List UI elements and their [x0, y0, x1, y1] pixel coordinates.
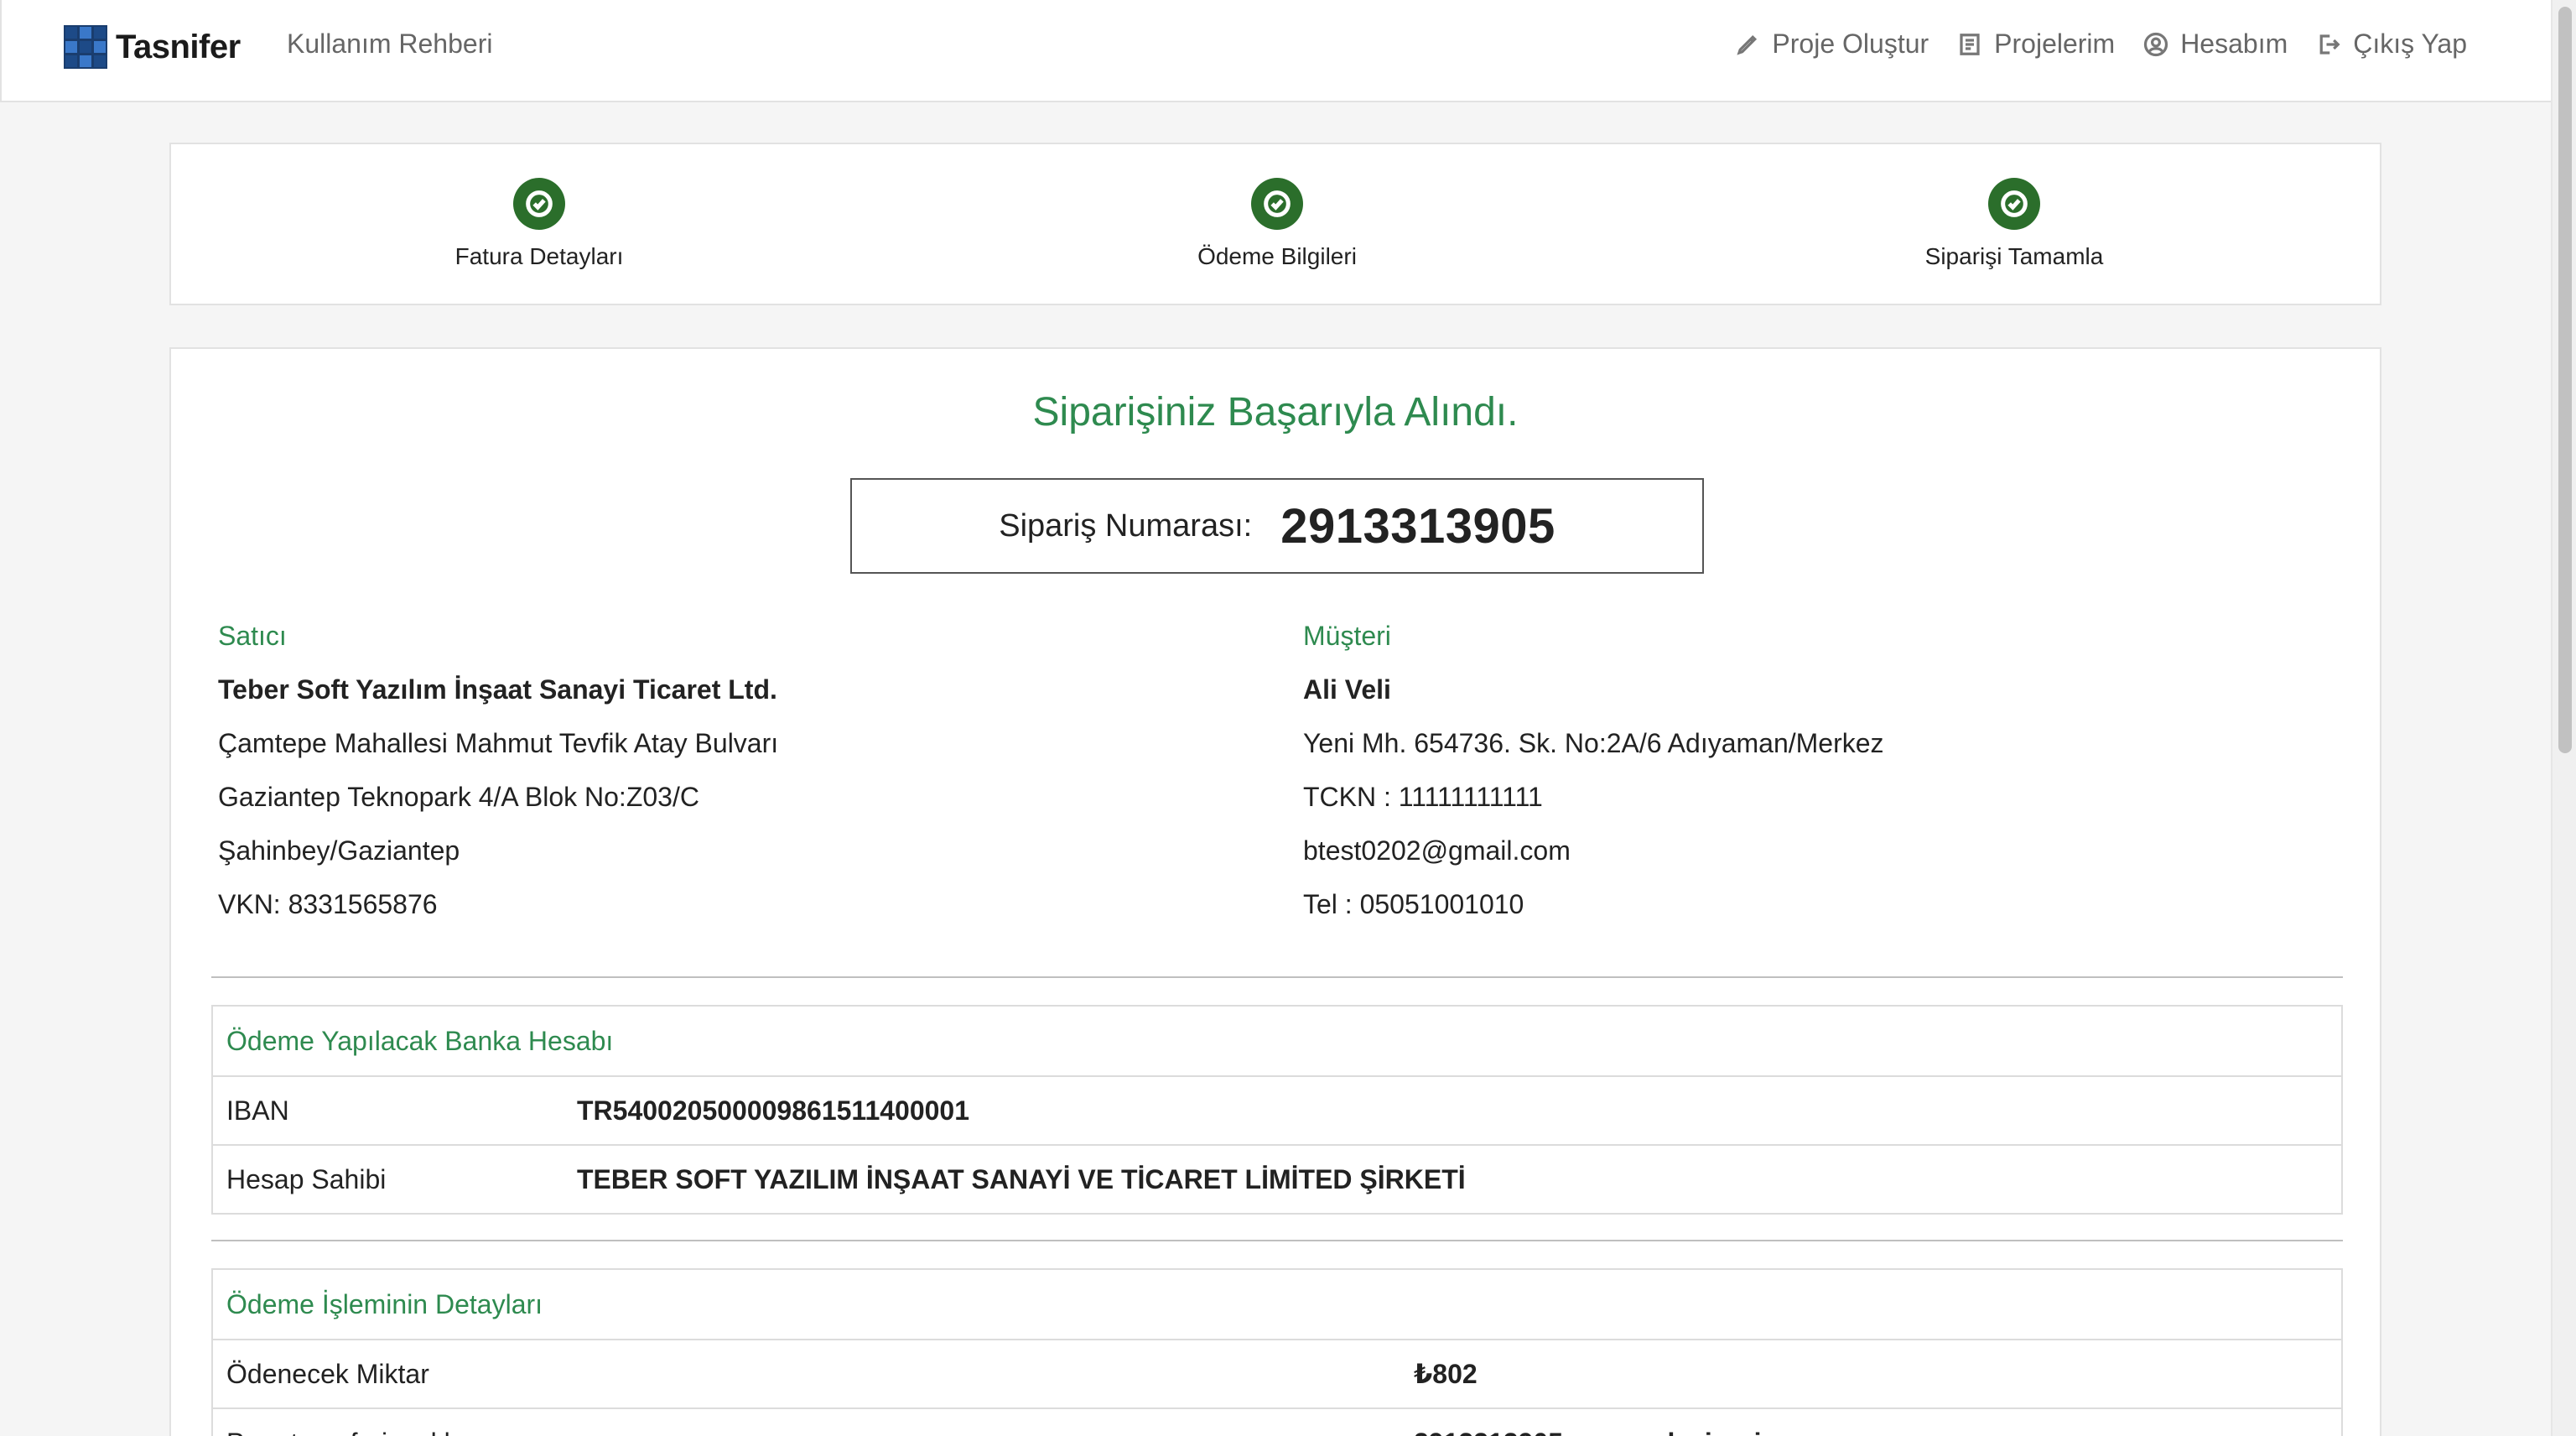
customer-name: Ali Veli [1303, 674, 1391, 705]
step-check-icon [1251, 178, 1303, 230]
logout-icon [2319, 34, 2340, 55]
document-icon [1960, 33, 1980, 55]
order-confirmation-card: Siparişiniz Başarıyla Alındı. Sipariş Nu… [169, 347, 2381, 1436]
transfer-description-label: Para transferi açıklaması: [213, 1428, 1414, 1436]
step-billing-details: Fatura Detayları [371, 178, 707, 270]
account-holder-label: Hesap Sahibi [226, 1163, 387, 1194]
page-scrollbar[interactable] [2551, 0, 2576, 1436]
nav-link-guide[interactable]: Kullanım Rehberi [287, 29, 492, 60]
nav-my-projects-label: Projelerim [1994, 29, 2116, 59]
seller-address-line2: Gaziantep Teknopark 4/A Blok No:Z03/C [218, 782, 699, 812]
step-label: Fatura Detayları [454, 243, 624, 269]
step-payment-info: Ödeme Bilgileri [1109, 178, 1445, 270]
customer-email: btest0202@gmail.com [1303, 835, 1571, 866]
nav-account-label: Hesabım [2180, 29, 2288, 59]
customer-info: Müşteri Ali Veli Yeni Mh. 654736. Sk. No… [1303, 609, 1884, 931]
order-number-box: Sipariş Numarası: 2913313905 [850, 478, 1704, 574]
step-check-icon [513, 178, 565, 230]
iban-label: IBAN [226, 1095, 289, 1126]
payment-heading-row: Ödeme İşleminin Detayları [213, 1270, 2341, 1339]
iban-value: TR540020500009861511400001 [577, 1095, 970, 1126]
transfer-description-row: Para transferi açıklaması: 2913313905 nu… [213, 1407, 2341, 1436]
bank-heading-row: Ödeme Yapılacak Banka Hesabı [213, 1007, 2341, 1075]
customer-heading: Müşteri [1303, 621, 1391, 651]
success-message: Siparişiniz Başarıyla Alındı. [1032, 390, 1519, 434]
seller-heading: Satıcı [218, 621, 287, 651]
transfer-description-value: 2913313905 numaralı sipariş [1414, 1428, 1776, 1436]
nav-link-logout[interactable]: Çıkış Yap [2316, 29, 2467, 60]
nav-link-account[interactable]: Hesabım [2143, 29, 2288, 60]
step-label: Ödeme Bilgileri [1197, 243, 1357, 269]
amount-value: ₺802 [1414, 1359, 1478, 1389]
order-number-label: Sipariş Numarası: [999, 507, 1253, 544]
customer-phone: Tel : 05051001010 [1303, 889, 1524, 919]
section-divider [211, 976, 2343, 978]
scrollbar-thumb[interactable] [2558, 7, 2572, 753]
bank-heading: Ödeme Yapılacak Banka Hesabı [226, 1025, 614, 1056]
account-holder-value: TEBER SOFT YAZILIM İNŞAAT SANAYİ VE TİCA… [577, 1163, 1466, 1194]
user-circle-icon [2144, 32, 2168, 56]
nav-link-my-projects[interactable]: Projelerim [1957, 29, 2115, 60]
bank-account-table: Ödeme Yapılacak Banka Hesabı IBAN TR5400… [211, 1005, 2343, 1215]
payment-details-table: Ödeme İşleminin Detayları Ödenecek Mikta… [211, 1268, 2343, 1436]
account-holder-row: Hesap Sahibi TEBER SOFT YAZILIM İNŞAAT S… [213, 1144, 2341, 1213]
step-check-icon [1988, 178, 2040, 230]
nav-right-menu: Proje Oluştur Projelerim Hesabım Çıkış Y… [1706, 29, 2467, 60]
seller-address-line1: Çamtepe Mahallesi Mahmut Tevfik Atay Bul… [218, 728, 779, 758]
seller-info: Satıcı Teber Soft Yazılım İnşaat Sanayi … [218, 609, 778, 931]
brand-logo[interactable]: Tasnifer [64, 23, 241, 70]
seller-tax-number: VKN: 8331565876 [218, 889, 438, 919]
amount-row: Ödenecek Miktar ₺802 [213, 1339, 2341, 1407]
step-label: Siparişi Tamamla [1924, 243, 2104, 269]
brand-name: Tasnifer [116, 28, 241, 65]
section-divider [211, 1240, 2343, 1241]
order-number: 2913313905 [1280, 498, 1555, 554]
iban-row: IBAN TR540020500009861511400001 [213, 1075, 2341, 1144]
checkout-steps: Fatura Detayları Ödeme Bilgileri Sipariş… [169, 143, 2381, 305]
nav-logout-label: Çıkış Yap [2353, 29, 2467, 59]
top-navbar: Tasnifer Kullanım Rehberi Proje Oluştur … [0, 0, 2551, 102]
step-complete-order: Siparişi Tamamla [1846, 178, 2182, 270]
seller-city: Şahinbey/Gaziantep [218, 835, 460, 866]
pencil-icon [1737, 34, 1758, 55]
logo-grid-icon [64, 25, 107, 69]
payment-heading: Ödeme İşleminin Detayları [226, 1288, 543, 1319]
customer-address: Yeni Mh. 654736. Sk. No:2A/6 Adıyaman/Me… [1303, 728, 1884, 758]
customer-tckn: TCKN : 11111111111 [1303, 782, 1543, 812]
nav-link-create-project[interactable]: Proje Oluştur [1735, 29, 1929, 60]
nav-create-project-label: Proje Oluştur [1772, 29, 1929, 59]
amount-label: Ödenecek Miktar [226, 1358, 429, 1389]
seller-name: Teber Soft Yazılım İnşaat Sanayi Ticaret… [218, 674, 777, 705]
